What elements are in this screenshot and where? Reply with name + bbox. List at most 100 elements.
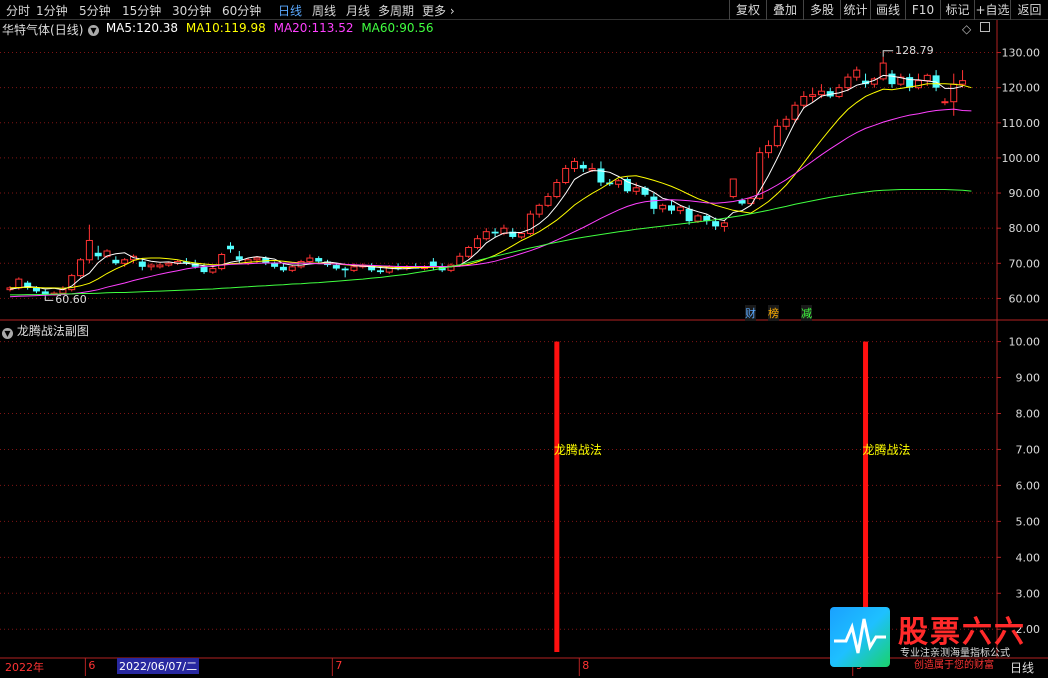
window-icon[interactable] bbox=[980, 22, 990, 32]
price-tick-label: 120.00 bbox=[1002, 82, 1041, 95]
candle-body-down bbox=[579, 164, 587, 169]
ma10-value: 119.98 bbox=[223, 21, 266, 35]
add-watchlist-button[interactable]: +自选 bbox=[974, 0, 1010, 20]
ma10-label: MA10: bbox=[185, 21, 224, 35]
diamond-icon[interactable]: ◇ bbox=[962, 22, 971, 36]
candle-body-down bbox=[279, 266, 287, 271]
candle-body-up bbox=[632, 187, 640, 192]
candle-body-up bbox=[659, 204, 667, 210]
candle-body-up bbox=[518, 232, 526, 238]
sub-tick-label: 6.00 bbox=[1016, 479, 1041, 492]
time-axis bbox=[84, 658, 854, 676]
candle-body-up bbox=[147, 264, 155, 268]
candle-body-up bbox=[156, 264, 164, 268]
cursor-date-label: 2022/06/07/二 bbox=[117, 658, 200, 674]
price-tick-label: 110.00 bbox=[1002, 117, 1041, 130]
candle-body-up bbox=[15, 278, 23, 289]
multi-stock-button[interactable]: 多股 bbox=[803, 0, 840, 20]
chart-canvas[interactable]: 60.00 70.00 80.00 90.00 100.00 110.00 120.00 13… bbox=[0, 20, 1048, 678]
candle-body-down bbox=[32, 287, 40, 292]
ma20-value: 113.52 bbox=[311, 21, 354, 35]
ma60-line bbox=[10, 189, 972, 296]
candle-body-down bbox=[271, 263, 279, 267]
event-finance-label[interactable]: 财 bbox=[745, 305, 756, 321]
period-tab-monthly[interactable]: 月线 bbox=[346, 2, 370, 19]
sub-chart-grid bbox=[0, 341, 997, 630]
candle-body-up bbox=[465, 247, 473, 257]
price-tick-label: 70.00 bbox=[1009, 257, 1041, 270]
price-tick-label: 130.00 bbox=[1002, 47, 1041, 60]
candle-body-up bbox=[253, 257, 261, 261]
more-label: 更多 bbox=[422, 4, 447, 18]
candle-body-up bbox=[765, 145, 773, 154]
period-tab-30min[interactable]: 30分钟 bbox=[172, 2, 211, 19]
chevron-right-icon: › bbox=[446, 4, 455, 18]
period-tab-daily[interactable]: 日线 bbox=[278, 2, 302, 19]
period-tab-1min[interactable]: 1分钟 bbox=[36, 2, 68, 19]
event-reduce-label[interactable]: 减 bbox=[801, 305, 812, 321]
period-tab-5min[interactable]: 5分钟 bbox=[79, 2, 111, 19]
ma20-label: MA20: bbox=[273, 21, 312, 35]
period-tab-intraday[interactable]: 分时 bbox=[6, 2, 30, 19]
month-label: 8 bbox=[582, 659, 590, 672]
grid bbox=[0, 20, 1048, 659]
candle-body-up bbox=[914, 80, 922, 89]
back-button[interactable]: 返回 bbox=[1010, 0, 1048, 20]
candle-body-up bbox=[615, 180, 623, 185]
candle-body-up bbox=[817, 90, 825, 96]
stats-button[interactable]: 统计 bbox=[840, 0, 870, 20]
candle-body-down bbox=[200, 266, 208, 273]
mark-button[interactable]: 标记 bbox=[940, 0, 974, 20]
high-price-label: 128.79 bbox=[895, 43, 934, 57]
year-label: 2022年 bbox=[5, 661, 44, 674]
ma5-label: MA5: bbox=[105, 21, 137, 35]
stock-title: 华特气体(日线) bbox=[2, 21, 83, 38]
overlay-button[interactable]: 叠加 bbox=[766, 0, 803, 20]
adjust-button[interactable]: 复权 bbox=[729, 0, 766, 20]
moving-average-lines bbox=[9, 50, 972, 301]
candle-body-up bbox=[570, 160, 578, 169]
draw-button[interactable]: 画线 bbox=[870, 0, 905, 20]
period-tab-15min[interactable]: 15分钟 bbox=[122, 2, 161, 19]
candle-body-up bbox=[306, 257, 314, 263]
ma5-value: 120.38 bbox=[136, 21, 179, 35]
candle-body-down bbox=[491, 231, 499, 234]
candle-body-up bbox=[800, 95, 808, 106]
ma-settings-icon[interactable]: ▼ bbox=[88, 25, 99, 36]
candle-body-up bbox=[853, 69, 861, 78]
ma60-value: 90.56 bbox=[399, 21, 434, 35]
price-axis: 60.00 70.00 80.00 90.00 100.00 110.00 120.00 13… bbox=[997, 47, 1041, 305]
candle-body-up bbox=[77, 259, 85, 277]
period-tab-60min[interactable]: 60分钟 bbox=[222, 2, 261, 19]
period-tab-weekly[interactable]: 周线 bbox=[312, 2, 336, 19]
sub-tick-label: 7.00 bbox=[1016, 443, 1041, 456]
candle-body-up bbox=[773, 125, 781, 147]
candle-body-down bbox=[315, 258, 323, 262]
candle-body-up bbox=[791, 104, 799, 120]
signal-bars bbox=[554, 341, 869, 652]
candle-body-up bbox=[676, 206, 684, 212]
f10-button[interactable]: F10 bbox=[905, 0, 940, 20]
sub-chart-settings-icon[interactable]: ▼ bbox=[2, 328, 13, 339]
candle-body-up bbox=[720, 222, 728, 227]
candle-body-up bbox=[121, 259, 129, 264]
period-tab-more[interactable]: 更多 › bbox=[422, 2, 455, 19]
candle-body-up bbox=[526, 213, 534, 234]
candle-body-up bbox=[923, 74, 931, 82]
candle-body-up bbox=[544, 196, 552, 206]
ma-legend: ▼ MA5:120.38 MA10:119.98 MA20:113.52 MA6… bbox=[88, 21, 434, 36]
candle-body-down bbox=[376, 270, 384, 273]
period-tab-multi[interactable]: 多周期 bbox=[378, 2, 414, 19]
event-rank-label[interactable]: 榜 bbox=[768, 305, 779, 321]
logo-slogan: 创造属于您的财富 bbox=[914, 660, 994, 671]
sub-tick-label: 9.00 bbox=[1016, 372, 1041, 385]
candle-body-up bbox=[218, 254, 226, 270]
low-price-label: 60.60 bbox=[55, 293, 87, 307]
sub-tick-label: 10.00 bbox=[1009, 336, 1041, 349]
candle-body-up bbox=[85, 239, 93, 261]
signal-label: 龙腾战法 bbox=[553, 443, 602, 458]
sub-tick-label: 5.00 bbox=[1016, 515, 1041, 528]
price-tick-label: 90.00 bbox=[1009, 187, 1041, 200]
candle-body-down bbox=[650, 196, 658, 209]
candle-body-up bbox=[950, 83, 958, 103]
